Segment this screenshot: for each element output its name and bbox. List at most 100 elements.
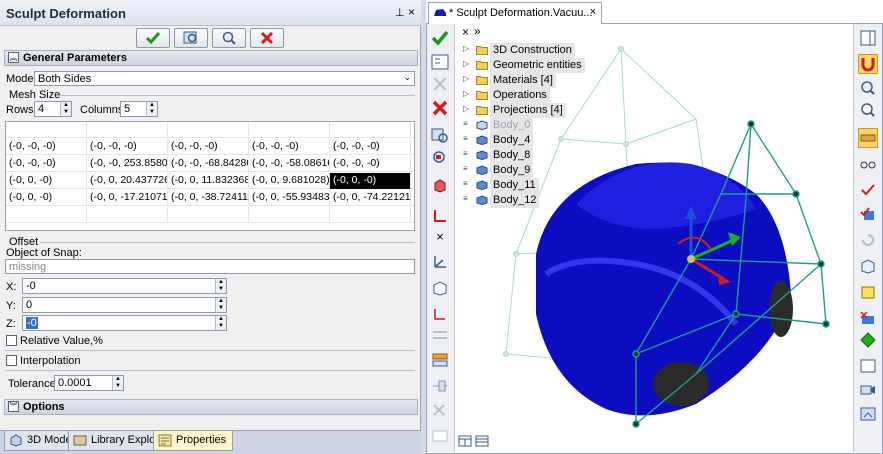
stepper-arrows-icon[interactable]: ▲ ▼ [146,102,157,116]
grid-cell[interactable] [168,207,249,223]
tolerance-stepper[interactable]: 0.0001 ▲ ▼ [54,375,124,391]
zoom-window-icon[interactable] [858,100,878,120]
options-section[interactable]: ︾ Options [4,399,418,415]
display-icon[interactable] [858,356,878,376]
drag-handle-icon[interactable]: ≡ [463,134,468,143]
expand-arrow-icon[interactable]: ▷ [463,44,469,53]
tree-list-icon[interactable] [458,435,472,447]
stepper-arrows-icon[interactable]: ▲ ▼ [60,102,71,116]
expand-tree-icon[interactable]: » [474,24,481,38]
grid-cell[interactable] [6,122,87,138]
expand-chevron-icon[interactable]: ︾ [8,401,19,412]
grid-cell[interactable]: (-0, 0, -74.221216) [330,190,411,206]
zoom-to-fit-button[interactable] [212,28,246,48]
relative-value-checkbox[interactable] [6,335,17,346]
grid-cell[interactable]: (-0, -0, -0) [330,156,411,172]
zoom-object-icon[interactable] [430,148,450,168]
measure-icon[interactable] [858,128,878,148]
grid-cell[interactable]: (-0, 0, -55.93483) [249,190,330,206]
grid-cell[interactable]: (-0, -0, -0) [6,139,87,155]
drag-handle-icon[interactable]: ≡ [463,119,468,128]
split-icon[interactable] [430,326,450,346]
snap-object-field[interactable]: missing [5,259,415,274]
grid-cell[interactable]: (-0, -0, -0) [330,139,411,155]
document-tab[interactable]: * Sculpt Deformation.Vacuu... × [428,2,602,24]
pin-icon[interactable]: ⊥ [395,6,405,19]
grid-cell[interactable]: (-0, -0, -0) [87,139,168,155]
stepper-arrows-icon[interactable]: ▲ ▼ [112,376,123,390]
collapse-chevron-icon[interactable]: ︽ [8,52,19,63]
check-cube-icon[interactable] [858,204,878,224]
grid-cell[interactable]: (-0, 0, -0) [6,173,87,189]
grid-cell[interactable]: (-0, 0, -17.210717) [87,190,168,206]
mode-select[interactable]: Both Sides ⌄ [34,71,415,86]
cancel-cross-icon[interactable] [430,98,450,118]
grid-cell[interactable]: (-0, 0, -0) [330,173,411,189]
tree-grid-icon[interactable] [475,435,489,447]
grid-cell[interactable]: (-0, 0, -38.724113) [168,190,249,206]
cancel-button[interactable] [250,28,284,48]
grid-cell[interactable] [249,122,330,138]
section-icon[interactable] [858,308,878,328]
mesh-offset-grid[interactable]: (-0, -0, -0) (-0, -0, -0) (-0, -0, -0) (-0,… [5,121,415,231]
drag-handle-icon[interactable]: ≡ [463,164,468,173]
view-cube-icon[interactable] [858,256,878,276]
camera-icon[interactable] [858,380,878,400]
rotate-icon[interactable] [858,230,878,250]
expand-arrow-icon[interactable]: ▷ [463,74,469,83]
expand-arrow-icon[interactable]: ▷ [463,59,469,68]
panel-icon[interactable] [430,426,450,446]
drag-handle-icon[interactable]: ≡ [463,179,468,188]
grid-cell[interactable] [330,207,411,223]
grid-cell[interactable]: (-0, -0, -68.842867) [168,156,249,172]
ok-button[interactable] [136,28,170,48]
close-tree-icon[interactable]: × [462,25,469,39]
grid-cell[interactable]: (-0, -0, 253.858073) [87,156,168,172]
grid-cell[interactable] [168,122,249,138]
general-parameters-section[interactable]: ︽ General Parameters [4,50,418,66]
expand-arrow-icon[interactable]: ▷ [463,89,469,98]
stepper-arrows-icon[interactable]: ▲ ▼ [215,279,226,293]
grid-cell[interactable] [6,207,87,223]
axis-icon[interactable] [430,206,450,226]
grid-cell[interactable]: (-0, -0, -0) [168,139,249,155]
columns-stepper[interactable]: 5 ▲ ▼ [120,101,158,117]
align-icon[interactable] [430,350,450,370]
wireframe-cube-icon[interactable] [430,278,450,298]
stepper-arrows-icon[interactable]: ▲ ▼ [215,298,226,312]
view-preview-icon[interactable] [430,126,450,146]
close-icon[interactable]: × [408,5,415,19]
grid-cell[interactable]: (-0, 0, 20.437726) [87,173,168,189]
grid-cell[interactable] [330,122,411,138]
sidebar-panel-icon[interactable] [858,28,878,48]
settings-icon[interactable] [858,404,878,424]
red-cube-icon[interactable] [430,176,450,196]
grid-cell[interactable]: (-0, -0, -0) [249,139,330,155]
grid-cell[interactable] [87,207,168,223]
stop-icon[interactable] [430,74,450,94]
yellow-cube-icon[interactable] [858,282,878,302]
grid-cell[interactable] [249,207,330,223]
magnet-icon[interactable] [858,54,878,74]
arrange-icon[interactable] [430,376,450,396]
check-list-icon[interactable] [858,180,878,200]
grid-cell[interactable]: (-0, -0, -0) [6,156,87,172]
drag-handle-icon[interactable]: ≡ [463,149,468,158]
axis-x-icon[interactable]: × [430,226,450,246]
glasses-icon[interactable] [858,154,878,174]
coordinate-system-icon[interactable] [430,252,450,272]
drag-handle-icon[interactable]: ≡ [463,194,468,203]
expand-arrow-icon[interactable]: ▷ [463,104,469,113]
grid-cell[interactable]: (-0, 0, -0) [6,190,87,206]
remove-icon[interactable] [430,400,450,420]
interpolation-checkbox[interactable] [6,355,17,366]
grid-cell[interactable]: (-0, -0, -58.086169) [249,156,330,172]
grid-cell[interactable]: (-0, 0, 11.832368) [168,173,249,189]
preview-button[interactable] [174,28,208,48]
x-offset-stepper[interactable]: -0 ▲ ▼ [22,278,227,294]
apply-check-icon[interactable] [430,28,450,48]
z-offset-stepper[interactable]: -0 ▲ ▼ [22,315,227,331]
color-shape-icon[interactable] [858,330,878,350]
properties-panel-icon[interactable] [430,52,450,72]
stepper-arrows-icon[interactable]: ▲ ▼ [215,316,226,330]
